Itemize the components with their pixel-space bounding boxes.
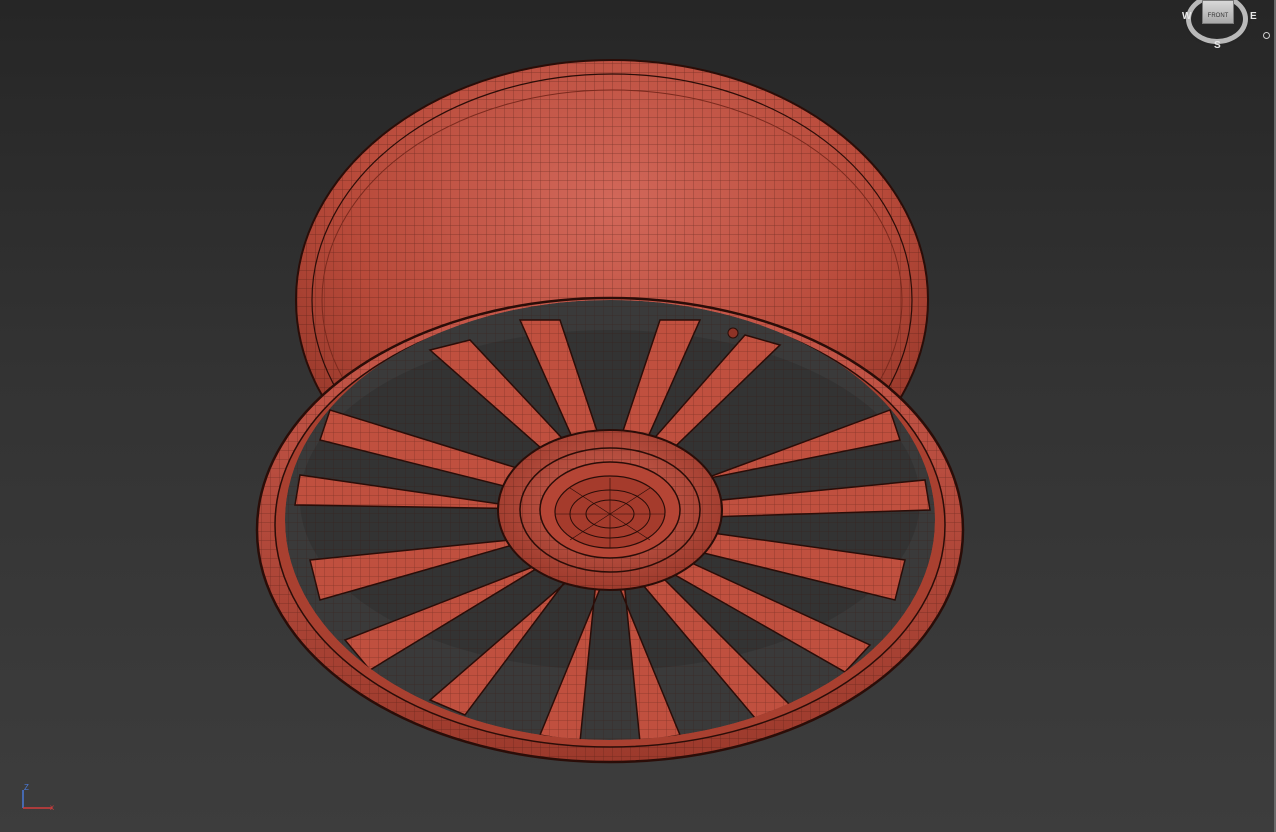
compass-east-label[interactable]: E: [1250, 11, 1257, 22]
axis-tripod: Z x: [22, 783, 54, 812]
compass-west-label[interactable]: W: [1182, 11, 1191, 22]
viewcube-front-face[interactable]: FRONT: [1202, 0, 1234, 24]
3d-viewport[interactable]: FRONT W E S Z x: [0, 0, 1276, 832]
viewcube[interactable]: FRONT W E S: [1180, 0, 1257, 52]
wheel-hub: [497, 429, 723, 591]
wheel-rim-mesh: [255, 59, 965, 764]
x-axis-label: x: [50, 803, 54, 812]
viewcube-menu-icon[interactable]: [1263, 32, 1270, 39]
compass-south-label[interactable]: S: [1214, 40, 1221, 51]
z-axis-label: Z: [24, 783, 29, 792]
valve-stem: [727, 327, 739, 339]
